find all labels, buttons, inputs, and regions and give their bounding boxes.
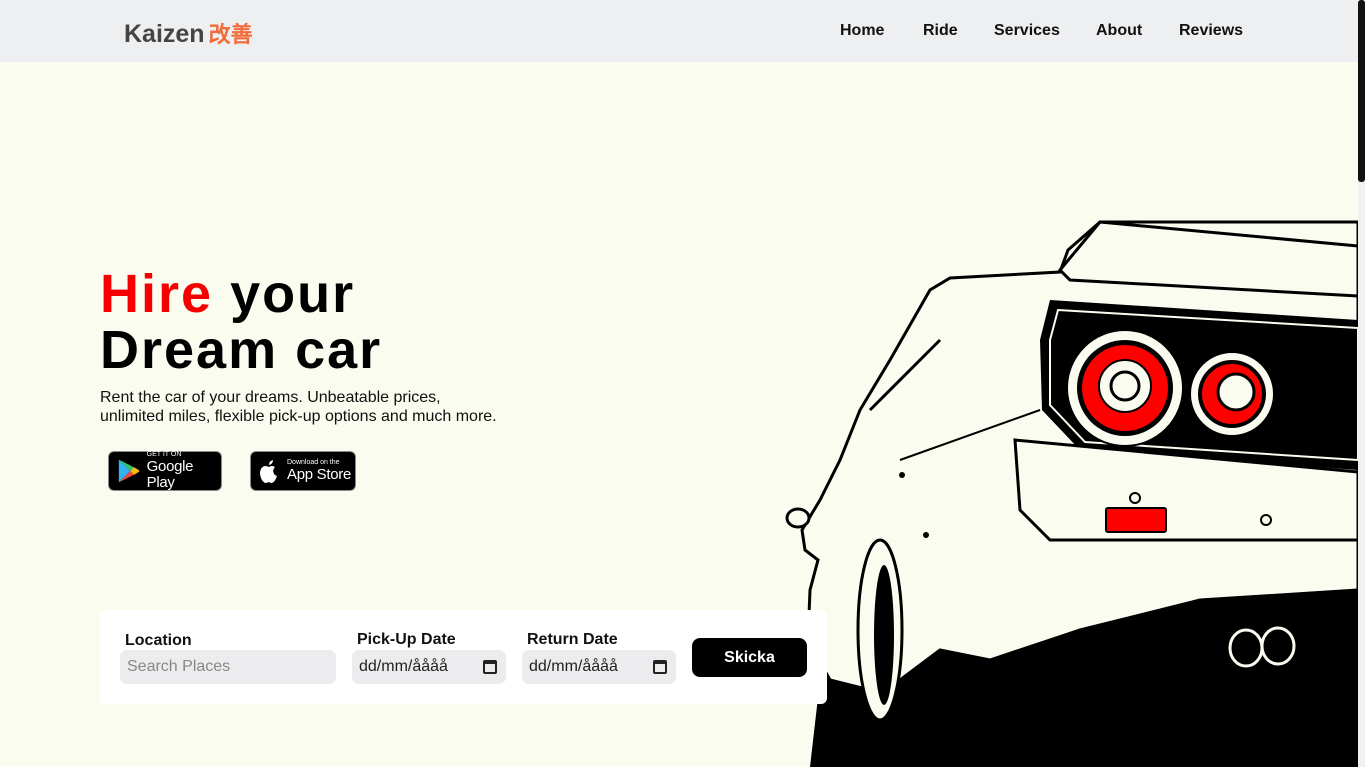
nav-services[interactable]: Services (994, 22, 1060, 40)
hero-subtitle: Rent the car of your dreams. Unbeatable … (100, 388, 520, 426)
nav-ride[interactable]: Ride (923, 22, 958, 40)
logo[interactable]: Kaizen 改善 (124, 17, 253, 49)
return-date-input[interactable]: dd/mm/åååå (522, 650, 676, 684)
hero-subtitle-line1: Rent the car of your dreams. Unbeatable … (100, 389, 441, 406)
hero-title-highlight: Hire (100, 264, 214, 324)
submit-button[interactable]: Skicka (692, 638, 807, 677)
logo-text: Kaizen (124, 20, 205, 48)
google-play-badge[interactable]: GET IT ON Google Play (108, 451, 222, 491)
navbar: Kaizen 改善 Home Ride Services About Review… (0, 0, 1358, 62)
car-illustration (785, 220, 1358, 767)
hero-subtitle-line2: unlimited miles, flexible pick-up option… (100, 408, 497, 425)
scrollbar-thumb[interactable] (1358, 0, 1365, 182)
location-input[interactable]: Search Places (120, 650, 336, 684)
hero-title: Hire your Dream car (100, 266, 382, 378)
google-play-icon (118, 459, 140, 483)
return-date-label: Return Date (527, 631, 618, 648)
calendar-icon[interactable] (483, 660, 497, 674)
nav-reviews[interactable]: Reviews (1179, 22, 1243, 40)
pickup-date-value: dd/mm/åååå (359, 658, 448, 675)
logo-kanji: 改善 (208, 23, 253, 48)
hero-title-line1: your (230, 264, 356, 324)
apple-icon (260, 460, 277, 483)
pickup-date-input[interactable]: dd/mm/åååå (352, 650, 506, 684)
pickup-date-label: Pick-Up Date (357, 631, 456, 648)
location-placeholder: Search Places (127, 658, 231, 675)
nav-home[interactable]: Home (840, 22, 884, 40)
return-date-value: dd/mm/åååå (529, 658, 618, 675)
nav-about[interactable]: About (1096, 22, 1142, 40)
location-label: Location (125, 632, 192, 649)
hero-title-line2: Dream car (100, 320, 383, 380)
google-play-big-text: Google Play (146, 458, 194, 491)
app-store-badge[interactable]: Download on the App Store (250, 451, 356, 491)
calendar-icon[interactable] (653, 660, 667, 674)
app-store-big-text: App Store (287, 466, 352, 483)
